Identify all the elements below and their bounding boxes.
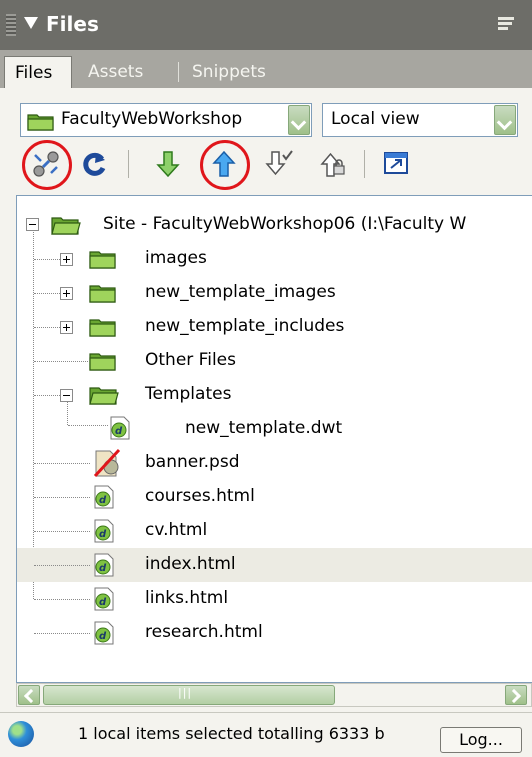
tree-item-templates[interactable]: Templates xyxy=(17,378,532,412)
html-file-icon: d xyxy=(94,519,114,543)
highlight-circle-put xyxy=(200,140,250,190)
view-dropdown-button[interactable] xyxy=(494,105,516,135)
folder-icon xyxy=(89,353,116,371)
collapse-arrow-icon[interactable] xyxy=(24,17,38,29)
tree-item-label: new_template.dwt xyxy=(185,418,343,438)
files-toolbar xyxy=(0,140,532,190)
file-tree[interactable]: Site - FacultyWebWorkshop06 (I:\Faculty … xyxy=(16,195,532,683)
collapse-icon[interactable] xyxy=(60,389,73,402)
svg-text:d: d xyxy=(99,563,107,574)
tree-item-label: new_template_includes xyxy=(145,316,345,336)
expand-panel-button[interactable] xyxy=(378,144,414,184)
tree-item-cv-html[interactable]: d cv.html xyxy=(17,514,532,548)
tree-item-label: new_template_images xyxy=(145,282,336,302)
check-in-button[interactable] xyxy=(316,144,352,184)
tree-item-label: links.html xyxy=(145,588,229,608)
tree-item-images[interactable]: images xyxy=(17,242,532,276)
get-files-icon xyxy=(156,151,180,178)
refresh-icon xyxy=(83,152,106,176)
refresh-button[interactable] xyxy=(76,144,112,184)
tree-item-label: index.html xyxy=(145,554,236,574)
view-select-value: Local view xyxy=(331,109,420,129)
tree-root-label: Site - FacultyWebWorkshop06 (I:\Faculty … xyxy=(103,214,467,234)
html-file-icon: d xyxy=(94,621,114,645)
tree-item-new-template-includes[interactable]: new_template_includes xyxy=(17,310,532,344)
tree-item-label: images xyxy=(145,248,207,268)
tab-files[interactable]: Files xyxy=(4,56,72,88)
psd-file-icon xyxy=(93,448,121,478)
status-text: 1 local items selected totalling 6333 b xyxy=(78,724,385,743)
panel-title: Files xyxy=(46,12,99,36)
site-select[interactable]: FacultyWebWorkshop xyxy=(20,103,312,137)
tab-assets[interactable]: Assets xyxy=(88,56,143,88)
tree-item-new-template-dwt[interactable]: d new_template.dwt xyxy=(17,412,532,446)
tree-item-banner-psd[interactable]: banner.psd xyxy=(17,446,532,480)
panel-options-menu-icon[interactable] xyxy=(498,15,520,35)
scroll-right-button[interactable] xyxy=(505,685,527,705)
status-bar: 1 local items selected totalling 6333 b … xyxy=(0,712,532,757)
view-select[interactable]: Local view xyxy=(322,103,518,137)
svg-text:d: d xyxy=(99,597,107,608)
check-in-icon xyxy=(320,152,345,177)
tree-item-other-files[interactable]: Other Files xyxy=(17,344,532,378)
tree-item-label: cv.html xyxy=(145,520,208,540)
expand-icon[interactable] xyxy=(60,321,73,334)
expand-icon xyxy=(384,152,408,174)
folder-icon xyxy=(89,319,116,337)
site-folder-icon xyxy=(51,217,81,235)
highlight-circle-connect xyxy=(22,140,72,190)
tree-root[interactable]: Site - FacultyWebWorkshop06 (I:\Faculty … xyxy=(17,208,532,242)
expand-icon[interactable] xyxy=(60,287,73,300)
svg-text:d: d xyxy=(99,495,107,506)
html-file-icon: d xyxy=(94,485,114,509)
globe-icon xyxy=(8,721,34,747)
tab-snippets[interactable]: Snippets xyxy=(192,56,266,88)
check-out-button[interactable] xyxy=(262,144,298,184)
open-folder-icon xyxy=(89,387,119,405)
tree-item-index-html[interactable]: d index.html xyxy=(17,548,532,582)
site-select-value: FacultyWebWorkshop xyxy=(61,109,243,129)
svg-text:d: d xyxy=(99,631,107,642)
folder-icon xyxy=(27,114,54,131)
get-files-button[interactable] xyxy=(150,144,186,184)
tree-item-courses-html[interactable]: d courses.html xyxy=(17,480,532,514)
html-file-icon: d xyxy=(94,587,114,611)
scroll-thumb[interactable] xyxy=(43,685,335,705)
tree-item-label: Templates xyxy=(145,384,232,404)
horizontal-scrollbar[interactable] xyxy=(16,683,532,707)
tree-item-label: courses.html xyxy=(145,486,255,506)
site-dropdown-button[interactable] xyxy=(288,105,310,135)
template-file-icon: d xyxy=(110,416,130,440)
check-out-icon xyxy=(265,150,293,176)
log-button[interactable]: Log... xyxy=(440,727,522,753)
tree-item-research-html[interactable]: d research.html xyxy=(17,616,532,650)
html-file-icon: d xyxy=(94,553,114,577)
expand-icon[interactable] xyxy=(60,253,73,266)
svg-text:d: d xyxy=(115,426,123,437)
tab-bar: Files Assets Snippets xyxy=(0,50,532,88)
folder-icon xyxy=(89,285,116,303)
tree-item-links-html[interactable]: d links.html xyxy=(17,582,532,616)
svg-text:d: d xyxy=(99,529,107,540)
tree-item-label: Other Files xyxy=(145,350,236,370)
folder-icon xyxy=(89,251,116,269)
tree-item-new-template-images[interactable]: new_template_images xyxy=(17,276,532,310)
panel-titlebar: Files xyxy=(0,0,532,50)
scroll-left-button[interactable] xyxy=(18,685,40,705)
collapse-icon[interactable] xyxy=(26,218,39,231)
tree-item-label: banner.psd xyxy=(145,452,240,472)
drag-grip[interactable] xyxy=(6,14,16,36)
tree-item-label: research.html xyxy=(145,622,263,642)
